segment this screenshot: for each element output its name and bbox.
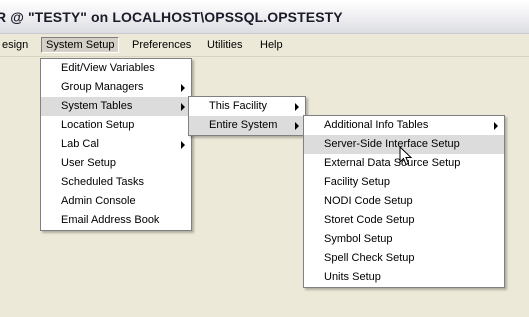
menu-item-admin-console[interactable]: Admin Console [41,192,191,211]
menu-item-storet-code-setup[interactable]: Storet Code Setup [304,211,504,230]
menu-item-label: System Tables [61,100,133,112]
menu-item-units-setup[interactable]: Units Setup [304,268,504,287]
arrow-pointer-icon [399,146,413,166]
menu-item-label: Group Managers [61,81,144,93]
menu-help[interactable]: Help [256,37,287,53]
menu-item-this-facility[interactable]: This Facility [189,97,305,116]
menu-item-label: This Facility [209,100,268,112]
menu-bar: esign System Setup Preferences Utilities… [0,34,529,57]
window-title: R @ "TESTY" on LOCALHOST\OPSSQL.OPSTESTY [0,9,343,25]
menu-item-label: Additional Info Tables [324,119,429,131]
menu-item-nodi-code-setup[interactable]: NODI Code Setup [304,192,504,211]
submenu-arrow-icon [295,122,299,130]
submenu-arrow-icon [181,84,185,92]
menu-item-label: Units Setup [324,271,381,283]
menu-item-location-setup[interactable]: Location Setup [41,116,191,135]
menu-item-label: Lab Cal [61,138,99,150]
menu-utilities[interactable]: Utilities [203,37,246,53]
menu-item-entire-system[interactable]: Entire System [189,116,305,135]
menu-item-user-setup[interactable]: User Setup [41,154,191,173]
menu-item-label: External Data Source Setup [324,157,461,169]
menu-item-email-address-book[interactable]: Email Address Book [41,211,191,230]
system-setup-menu: Edit/View Variables Group Managers Syste… [40,58,192,231]
window-title-bar[interactable]: R @ "TESTY" on LOCALHOST\OPSSQL.OPSTESTY [0,0,529,34]
menu-item-label: Edit/View Variables [61,62,155,74]
menu-item-label: User Setup [61,157,117,169]
menu-item-label: Location Setup [61,119,135,131]
entire-system-menu: Additional Info Tables Server-Side Inter… [303,115,505,288]
menu-item-group-managers[interactable]: Group Managers [41,78,191,97]
menu-item-system-tables[interactable]: System Tables [41,97,191,116]
menu-item-label: Facility Setup [324,176,391,188]
submenu-arrow-icon [181,141,185,149]
system-tables-menu: This Facility Entire System [188,96,306,136]
menu-item-lab-cal[interactable]: Lab Cal [41,135,191,154]
menu-item-label: Admin Console [61,195,136,207]
menu-design[interactable]: esign [0,37,32,53]
menu-item-label: Symbol Setup [324,233,393,245]
submenu-arrow-icon [181,103,185,111]
menu-item-additional-info-tables[interactable]: Additional Info Tables [304,116,504,135]
menu-item-label: Storet Code Setup [324,214,415,226]
menu-item-label: NODI Code Setup [324,195,413,207]
menu-item-edit-view-variables[interactable]: Edit/View Variables [41,59,191,78]
menu-item-label: Scheduled Tasks [61,176,144,188]
menu-item-scheduled-tasks[interactable]: Scheduled Tasks [41,173,191,192]
menu-item-spell-check-setup[interactable]: Spell Check Setup [304,249,504,268]
submenu-arrow-icon [494,122,498,130]
menu-item-label: Spell Check Setup [324,252,415,264]
menu-item-label: Server-Side Interface Setup [324,138,460,150]
menu-item-label: Entire System [209,119,278,131]
menu-item-label: Email Address Book [61,214,160,226]
menu-preferences[interactable]: Preferences [128,37,195,53]
submenu-arrow-icon [295,103,299,111]
menu-system-setup[interactable]: System Setup [41,37,120,53]
menu-item-facility-setup[interactable]: Facility Setup [304,173,504,192]
menu-item-symbol-setup[interactable]: Symbol Setup [304,230,504,249]
